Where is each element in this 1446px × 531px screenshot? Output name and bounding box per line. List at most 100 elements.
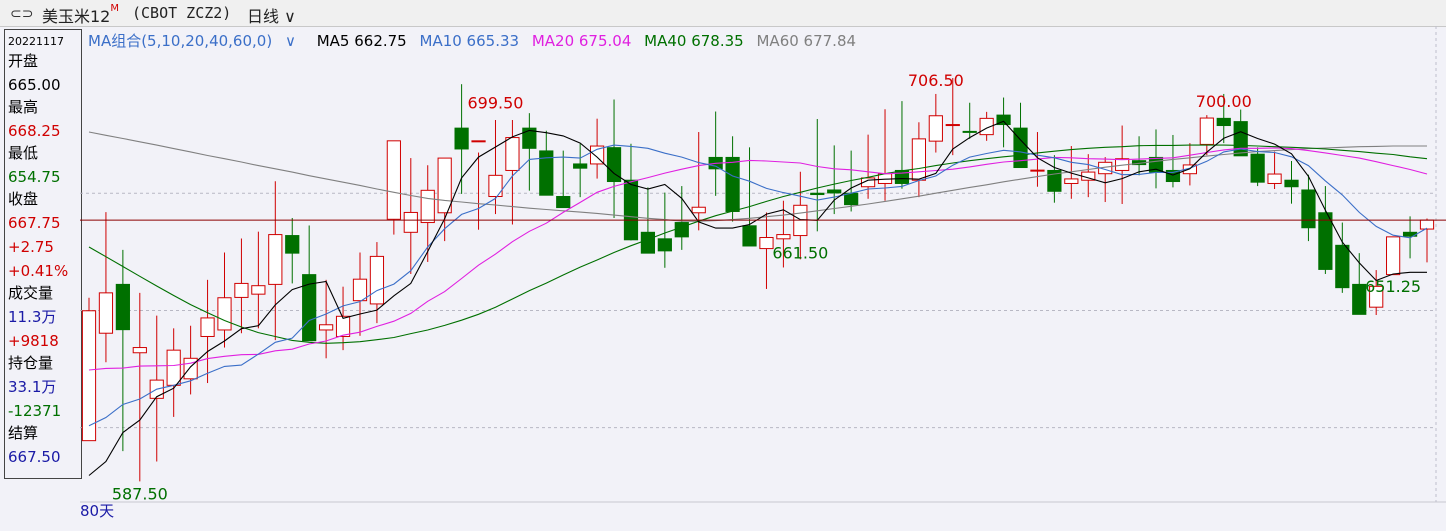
legend-ma5: MA5 662.75 xyxy=(316,32,407,50)
candle-body xyxy=(454,127,469,150)
low-value: 654.75 xyxy=(8,168,61,186)
price-annotation: 661.50 xyxy=(772,243,828,262)
link-icon[interactable]: ⊂⊃ xyxy=(10,6,33,22)
legend-ma40: MA40 678.35 xyxy=(644,32,744,50)
candle-body xyxy=(1030,169,1045,172)
candle-body xyxy=(827,189,842,194)
series-line-ma10 xyxy=(88,144,1428,427)
candle-body xyxy=(962,130,977,133)
candle-body xyxy=(674,222,689,238)
candle-body xyxy=(81,310,97,442)
candle-body xyxy=(759,237,774,250)
candle-body xyxy=(742,225,757,247)
candle-body xyxy=(725,156,740,212)
candle-body xyxy=(335,315,351,337)
period-selector[interactable]: 日线 ∨ xyxy=(247,3,296,27)
chevron-down-icon: ∨ xyxy=(280,32,296,50)
legend-ma20: MA20 675.04 xyxy=(531,32,632,50)
candle-body xyxy=(234,282,249,298)
series-line-ma20 xyxy=(88,147,1428,371)
candle-body xyxy=(217,297,232,331)
candle-body xyxy=(810,192,825,196)
legend-ma60: MA60 677.84 xyxy=(756,32,857,50)
chevron-down-icon: ∨ xyxy=(279,7,296,26)
close-value: 667.75 xyxy=(8,214,61,232)
price-annotation: 700.00 xyxy=(1196,92,1252,111)
candle-body xyxy=(1335,244,1350,289)
change-pct-value: +0.41% xyxy=(8,262,69,280)
price-annotation: 651.25 xyxy=(1365,277,1421,296)
instrument-sup: M xyxy=(110,3,120,14)
candle-body xyxy=(352,278,368,302)
candle-body xyxy=(945,124,960,127)
period-text: 日线 xyxy=(247,7,280,26)
legend-ma10: MA10 665.33 xyxy=(419,32,520,50)
candle-body xyxy=(556,195,571,209)
settle-label: 结算 xyxy=(8,424,39,442)
price-annotation: 587.50 xyxy=(112,484,168,503)
high-label: 最高 xyxy=(8,98,39,116)
candle-body xyxy=(1386,236,1401,276)
candle-body xyxy=(488,174,503,197)
candle-body xyxy=(132,347,147,354)
candle-body xyxy=(200,317,215,337)
oi-value: 33.1万 xyxy=(8,378,57,396)
candle-body xyxy=(420,189,435,224)
series-line-ma5 xyxy=(88,120,1427,476)
ma-group-text: MA组合(5,10,20,40,60,0) xyxy=(88,32,273,50)
candle-body xyxy=(471,140,486,143)
candle-body xyxy=(776,234,791,240)
candle-body xyxy=(1233,121,1248,157)
candle-body xyxy=(1301,189,1316,229)
candlestick-chart[interactable]: 699.50 706.50 700.00 661.50 651.25 587.50 xyxy=(80,26,1446,531)
oi-label: 持仓量 xyxy=(8,354,54,372)
close-label: 收盘 xyxy=(8,190,39,208)
candle-body xyxy=(640,231,656,254)
info-date: 20221117 xyxy=(8,35,64,48)
volume-label: 成交量 xyxy=(8,284,54,302)
candle-body xyxy=(844,192,859,206)
candle-body xyxy=(573,163,588,169)
candle-body xyxy=(115,283,130,331)
price-annotation: 699.50 xyxy=(467,94,523,113)
candle-body xyxy=(1352,283,1367,315)
high-value: 668.25 xyxy=(8,122,61,140)
candle-body xyxy=(691,206,706,214)
instrument-code: (CBOT ZCZ2) xyxy=(132,4,232,22)
candle-body xyxy=(369,255,385,305)
candle-body xyxy=(505,137,520,171)
open-value: 665.00 xyxy=(8,76,61,94)
ma-group-selector[interactable]: MA组合(5,10,20,40,60,0) ∨ xyxy=(88,32,304,50)
candle-body xyxy=(251,285,266,295)
candle-body xyxy=(268,234,283,285)
candle-body xyxy=(166,349,181,386)
candle-body xyxy=(1267,173,1282,184)
chart-area[interactable]: 699.50 706.50 700.00 661.50 651.25 587.50 MA组… xyxy=(80,26,1446,531)
change-value: +2.75 xyxy=(8,238,54,256)
candle-body xyxy=(183,357,198,380)
candle-body xyxy=(657,238,672,252)
candle-body xyxy=(1216,117,1231,127)
price-annotation: 706.50 xyxy=(908,71,964,90)
instrument-name: 美玉米12M xyxy=(42,3,119,27)
instrument-name-text: 美玉米12 xyxy=(42,7,111,26)
candle-body xyxy=(319,324,334,331)
candle-body xyxy=(928,115,943,142)
candle-body xyxy=(403,211,418,233)
settle-value: 667.50 xyxy=(8,448,61,466)
volume-value: 11.3万 xyxy=(8,308,57,326)
info-panel: 20221117 开盘 665.00 最高 668.25 最低 654.75 收… xyxy=(4,29,82,479)
candle-body xyxy=(1419,219,1435,230)
volume-change-value: +9818 xyxy=(8,332,59,350)
candle-body xyxy=(1064,178,1079,184)
candle-body xyxy=(911,138,927,181)
candle-body xyxy=(1284,179,1299,188)
low-label: 最低 xyxy=(8,144,39,162)
open-label: 开盘 xyxy=(8,52,39,70)
period-count-label: 80天 xyxy=(80,502,115,520)
candle-body xyxy=(623,179,639,241)
candle-body xyxy=(1318,212,1333,270)
candle-body xyxy=(437,157,452,214)
candle-body xyxy=(1250,153,1265,183)
oi-change-value: -12371 xyxy=(8,402,62,420)
